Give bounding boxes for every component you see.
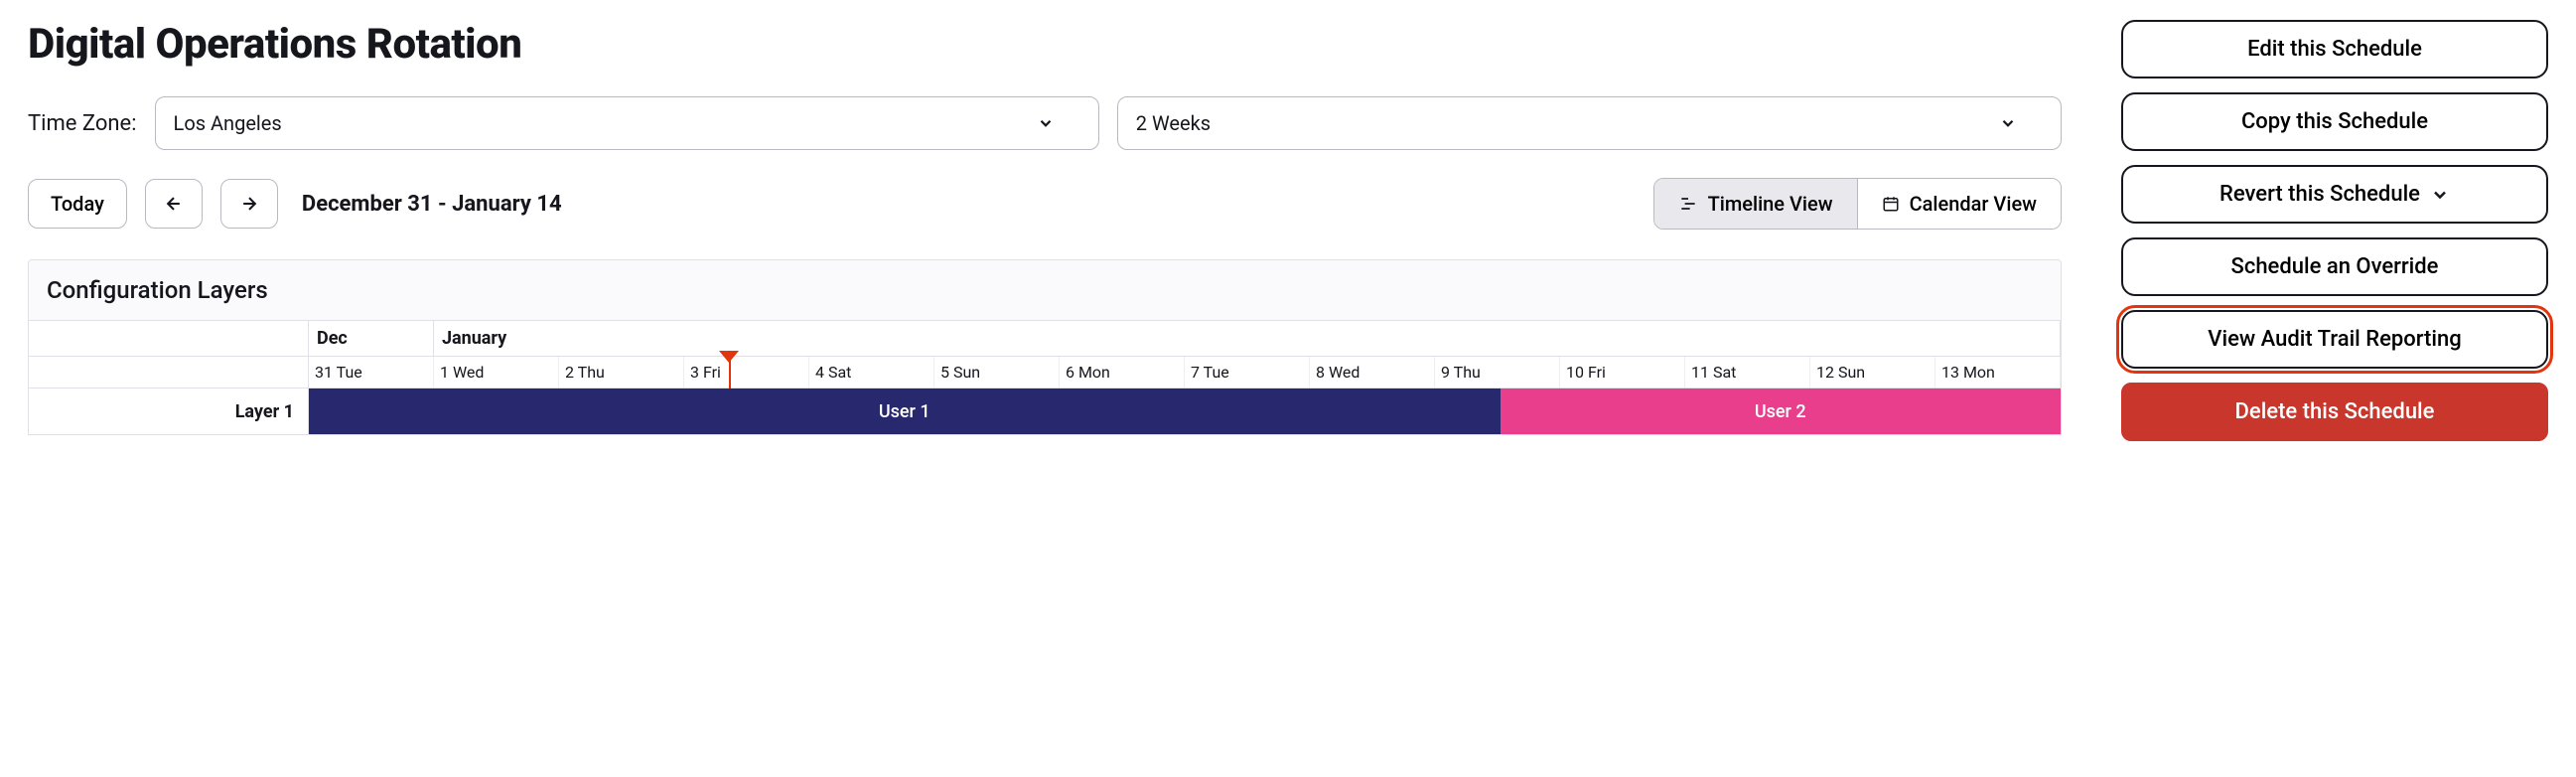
day-cell: 3 Fri (684, 357, 809, 388)
today-button[interactable]: Today (28, 179, 127, 229)
revert-schedule-button[interactable]: Revert this Schedule (2121, 165, 2548, 224)
layers-panel: Configuration Layers Layer 1 Dec January (28, 259, 2062, 435)
day-cell: 31 Tue (309, 357, 434, 388)
day-cell: 7 Tue (1185, 357, 1310, 388)
day-cell: 4 Sat (809, 357, 934, 388)
range-select[interactable]: 2 Weeks (1117, 96, 2062, 150)
day-cell: 9 Thu (1435, 357, 1560, 388)
copy-schedule-button[interactable]: Copy this Schedule (2121, 92, 2548, 151)
month-header: Dec January (309, 321, 2061, 357)
layer-label: Layer 1 (29, 388, 308, 434)
day-cell: 12 Sun (1810, 357, 1935, 388)
range-value: 2 Weeks (1136, 111, 1211, 135)
chevron-down-icon (1999, 114, 2017, 132)
day-cell: 1 Wed (434, 357, 559, 388)
arrow-right-icon (239, 194, 259, 214)
prev-button[interactable] (145, 179, 203, 229)
calendar-view-label: Calendar View (1910, 192, 2037, 216)
day-cell: 5 Sun (934, 357, 1060, 388)
timeline-view-label: Timeline View (1708, 192, 1833, 216)
now-indicator-icon (719, 351, 739, 363)
chevron-down-icon (1037, 114, 1055, 132)
view-audit-trail-button[interactable]: View Audit Trail Reporting (2121, 310, 2548, 369)
month-cell: January (434, 321, 2061, 356)
arrow-left-icon (164, 194, 184, 214)
page-title: Digital Operations Rotation (28, 20, 2062, 69)
edit-schedule-button[interactable]: Edit this Schedule (2121, 20, 2548, 78)
revert-schedule-label: Revert this Schedule (2219, 182, 2420, 207)
delete-schedule-button[interactable]: Delete this Schedule (2121, 383, 2548, 441)
layer-track: User 1 User 2 (309, 388, 2061, 434)
view-toggle: Timeline View Calendar View (1653, 178, 2062, 230)
day-cell: 10 Fri (1560, 357, 1685, 388)
timeline-grid: Dec January 31 Tue 1 Wed 2 Thu 3 Fri 4 S… (309, 321, 2061, 434)
actions-sidebar: Edit this Schedule Copy this Schedule Re… (2121, 20, 2548, 441)
day-cell: 6 Mon (1060, 357, 1185, 388)
day-header: 31 Tue 1 Wed 2 Thu 3 Fri 4 Sat 5 Sun 6 M… (309, 357, 2061, 388)
month-cell: Dec (309, 321, 434, 356)
timeline-icon (1678, 194, 1698, 214)
timezone-select[interactable]: Los Angeles (155, 96, 1099, 150)
chevron-down-icon (2430, 185, 2450, 205)
next-button[interactable] (220, 179, 278, 229)
date-range: December 31 - January 14 (302, 192, 562, 217)
controls-row: Time Zone: Los Angeles 2 Weeks (28, 96, 2062, 150)
day-cell: 13 Mon (1935, 357, 2061, 388)
schedule-bar[interactable]: User 2 (1501, 388, 2061, 434)
day-cell: 8 Wed (1310, 357, 1435, 388)
timezone-label: Time Zone: (28, 111, 137, 136)
main-content: Digital Operations Rotation Time Zone: L… (28, 20, 2062, 441)
timezone-value: Los Angeles (174, 111, 282, 135)
day-cell: 2 Thu (559, 357, 684, 388)
calendar-view-tab[interactable]: Calendar View (1857, 179, 2061, 229)
timeline: Layer 1 Dec January 31 Tue 1 Wed 2 Thu 3… (29, 321, 2061, 434)
schedule-override-button[interactable]: Schedule an Override (2121, 237, 2548, 296)
day-cell: 11 Sat (1685, 357, 1810, 388)
calendar-icon (1882, 195, 1900, 213)
nav-row: Today December 31 - January 14 Timeline … (28, 178, 2062, 230)
schedule-bar[interactable]: User 1 (309, 388, 1501, 434)
timeline-view-tab[interactable]: Timeline View (1654, 179, 1857, 229)
timeline-left-gutter: Layer 1 (29, 321, 309, 434)
layers-header: Configuration Layers (29, 260, 2061, 321)
